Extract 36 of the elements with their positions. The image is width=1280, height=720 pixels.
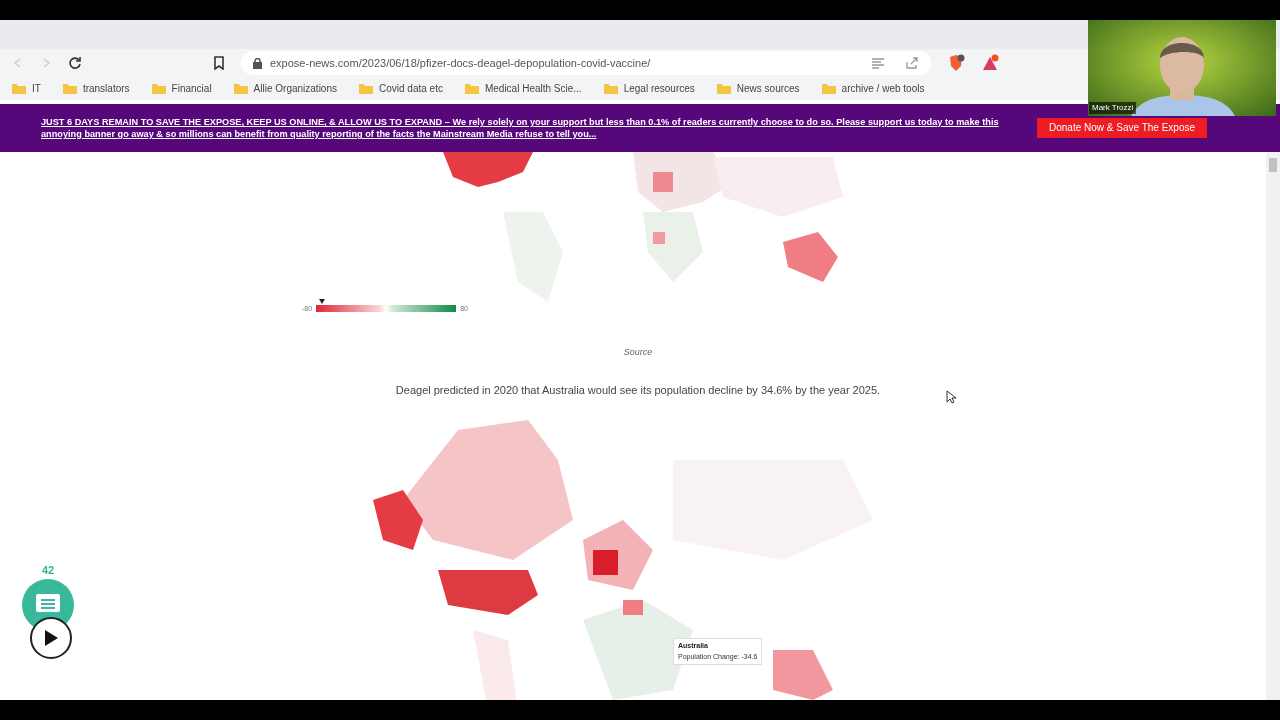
folder-icon [464, 83, 479, 95]
url-text: expose-news.com/2023/06/18/pfizer-docs-deagel-depopulation-covid-vaccine/ [270, 55, 651, 71]
bookmark[interactable]: archive / web tools [821, 81, 925, 97]
source-link[interactable]: Source [623, 346, 653, 360]
folder-icon [151, 83, 166, 95]
bookmark[interactable]: Financial [151, 81, 212, 97]
bookmark[interactable]: Medical Health Scie... [464, 81, 582, 97]
cursor-icon [946, 390, 956, 404]
comment-count: 42 [41, 563, 55, 578]
triangle-icon[interactable] [981, 54, 999, 73]
reload-icon[interactable] [68, 56, 82, 71]
banner-link[interactable]: JUST 6 DAYS REMAIN TO SAVE THE EXPOSE, KEEP US ONLINE, & ALLOW US TO EXPAND – We rely solely on your support but less than 0.1% of readers currently choose to do so. Please support us today to make this annoying banner go away & so millions can benefit from quality reporting of the facts the Mainstream Media refuse to tell you... [41, 115, 999, 140]
donate-button[interactable]: Donate Now & Save The Expose [1037, 117, 1207, 138]
webcam-name-label: Mark Trozzi [1089, 102, 1137, 114]
lock-icon [253, 57, 262, 69]
address-bar[interactable]: expose-news.com/2023/06/18/pfizer-docs-deagel-depopulation-covid-vaccine/ [241, 51, 931, 76]
bookmark[interactable]: translators [62, 81, 130, 97]
reader-icon[interactable] [871, 57, 885, 70]
folder-icon [12, 83, 26, 95]
bookmark[interactable]: Covid data etc [359, 81, 443, 97]
folder-icon [603, 83, 618, 95]
folder-icon [233, 83, 248, 95]
paragraph: Deagel predicted in 2020 that Australia would see its population decline by 34.6% by the year 2025. [395, 382, 881, 398]
folder-icon [62, 83, 77, 95]
share-icon[interactable] [905, 57, 919, 70]
shield-icon[interactable] [947, 54, 965, 73]
folder-icon [716, 83, 731, 95]
folder-icon [359, 83, 373, 95]
play-icon [43, 629, 59, 647]
bookmark[interactable]: Allie Organizations [233, 81, 337, 97]
folder-icon [821, 83, 836, 95]
bookmark[interactable]: Legal resources [603, 81, 695, 97]
bookmark-icon[interactable] [213, 56, 225, 71]
bookmark[interactable]: News sources [716, 81, 800, 97]
scrollbar[interactable] [1266, 151, 1280, 700]
bookmark[interactable]: IT [12, 81, 41, 97]
